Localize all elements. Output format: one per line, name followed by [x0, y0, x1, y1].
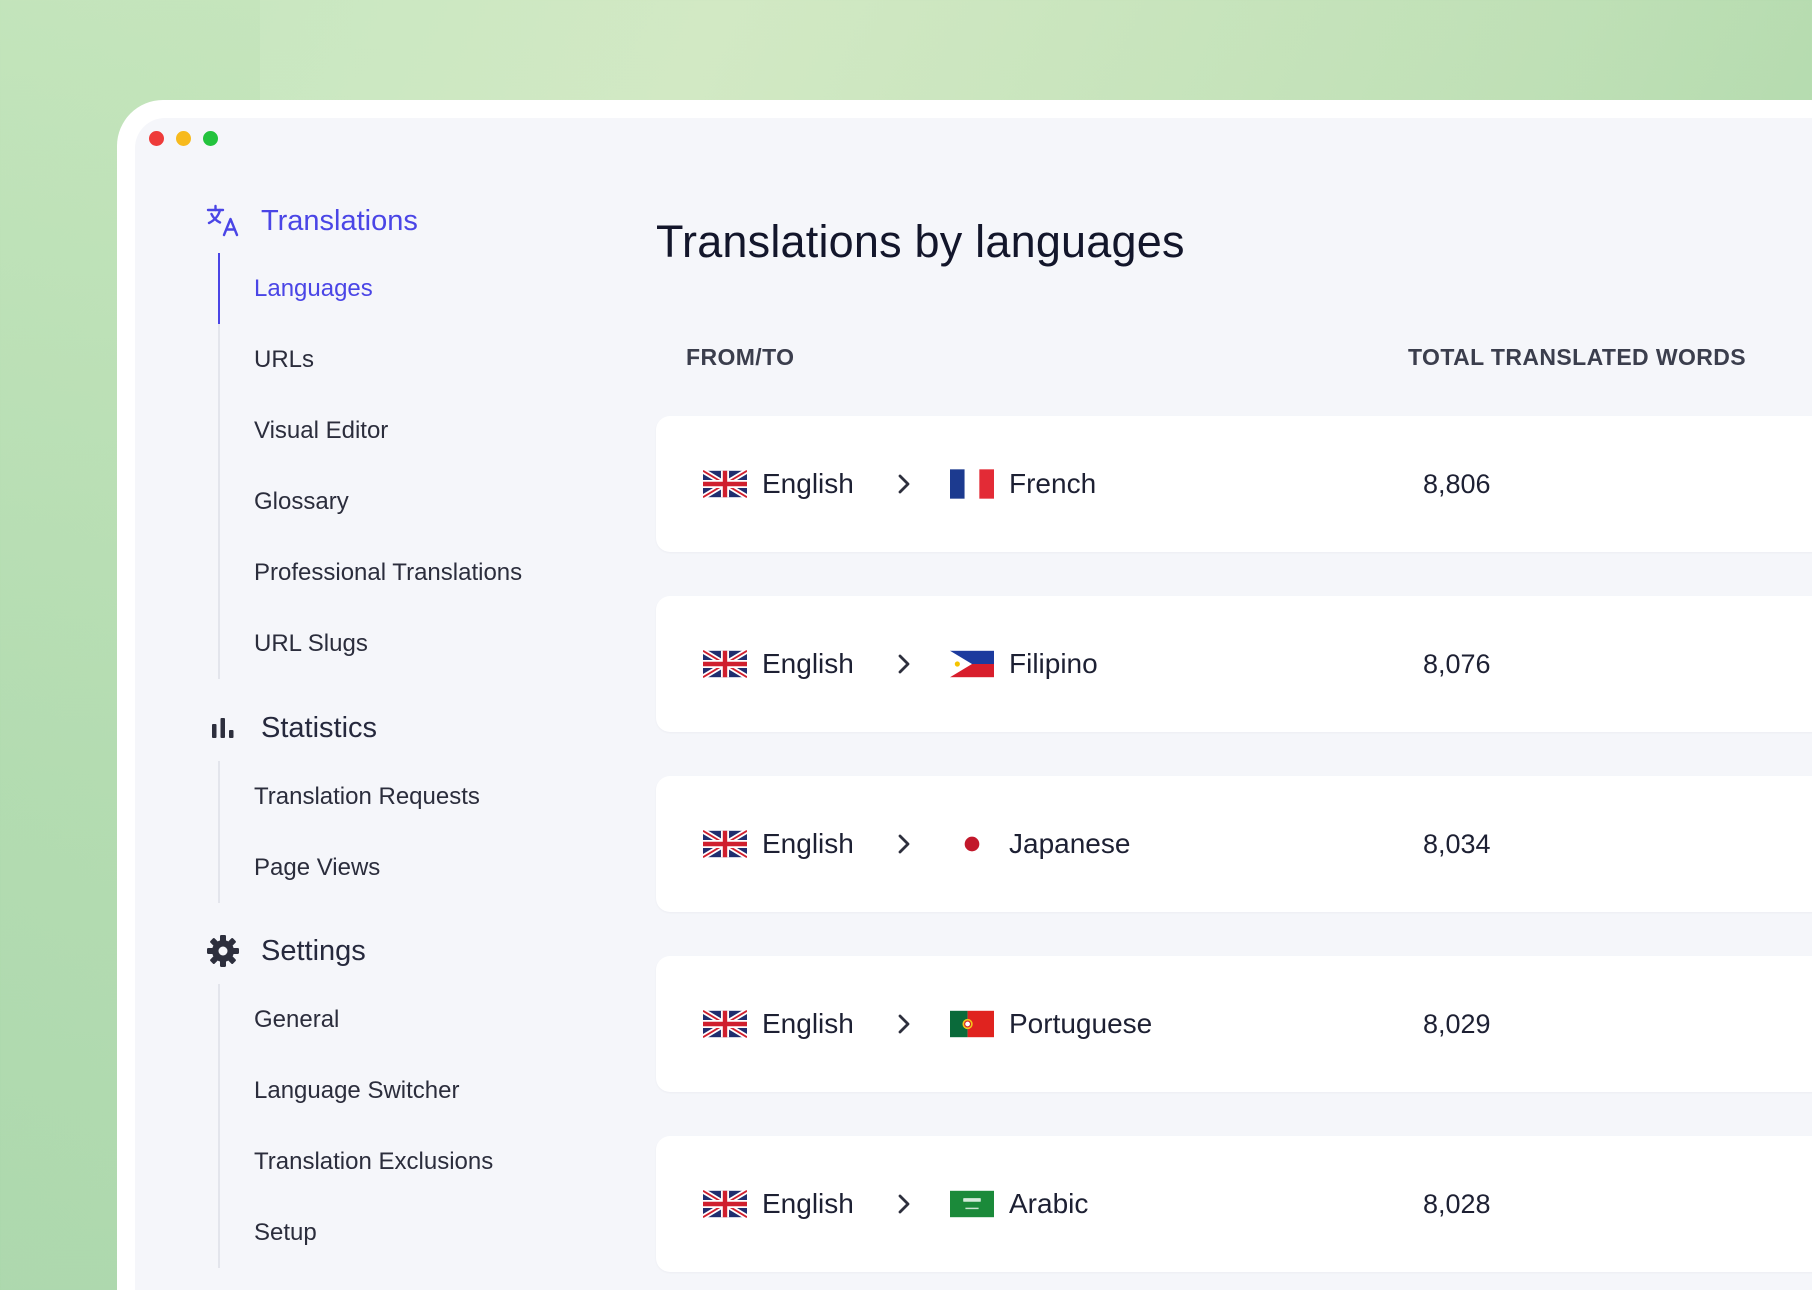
sidebar-section-translations[interactable]: Translations [203, 199, 418, 243]
target-language: Japanese [950, 776, 1130, 912]
table-row[interactable]: English Japanese 8,034 [656, 776, 1812, 912]
source-language: English [703, 776, 854, 912]
target-language: French [950, 416, 1096, 552]
target-language-name: Arabic [1009, 1188, 1089, 1219]
sidebar-item-visual-editor[interactable]: Visual Editor [220, 395, 522, 466]
sidebar: Translations Languages URLs Visual Edito… [135, 118, 655, 1290]
source-language-name: English [762, 648, 854, 679]
source-language-name: English [762, 828, 854, 859]
sidebar-item-translation-exclusions[interactable]: Translation Exclusions [220, 1126, 493, 1197]
sidebar-item-general[interactable]: General [220, 984, 493, 1055]
uk-flag-icon [703, 468, 747, 500]
japan-flag-icon [950, 830, 994, 858]
statistics-submenu: Translation Requests Page Views [218, 761, 480, 903]
app-window: Translations Languages URLs Visual Edito… [117, 100, 1812, 1290]
table-row[interactable]: English Filipino 8,076 [656, 596, 1812, 732]
sidebar-item-glossary[interactable]: Glossary [220, 466, 522, 537]
sidebar-item-page-views[interactable]: Page Views [220, 832, 480, 903]
uk-flag-icon [703, 828, 747, 860]
target-language: Portuguese [950, 956, 1152, 1092]
sidebar-section-statistics[interactable]: Statistics [203, 706, 377, 750]
chevron-right-icon [893, 956, 915, 1092]
target-language-name: Portuguese [1009, 1008, 1153, 1039]
source-language-name: English [762, 468, 854, 499]
france-flag-icon [950, 469, 994, 499]
column-header-total-translated-words[interactable]: TOTAL TRANSLATED WORDS [1408, 344, 1746, 371]
main-content: Translations by languages FROM/TO TOTAL … [656, 118, 1812, 1290]
source-language: English [703, 416, 854, 552]
sidebar-section-label: Statistics [261, 711, 378, 744]
source-language: English [703, 596, 854, 732]
sidebar-section-label: Settings [261, 934, 366, 967]
chevron-right-icon [893, 416, 915, 552]
sidebar-item-setup[interactable]: Setup [220, 1197, 493, 1268]
total-translated-words: 8,028 [1423, 1189, 1491, 1219]
target-language: Arabic [950, 1136, 1088, 1272]
sidebar-item-language-switcher[interactable]: Language Switcher [220, 1055, 493, 1126]
target-language: Filipino [950, 596, 1098, 732]
column-header-from-to: FROM/TO [686, 344, 795, 370]
gear-icon [203, 931, 243, 971]
source-language-name: English [762, 1008, 854, 1039]
sidebar-item-url-slugs[interactable]: URL Slugs [220, 608, 522, 679]
sidebar-item-languages[interactable]: Languages [217, 253, 522, 324]
settings-submenu: General Language Switcher Translation Ex… [218, 984, 493, 1268]
page-title: Translations by languages [656, 216, 1185, 267]
source-language: English [703, 956, 854, 1092]
table-row[interactable]: English Portuguese 8,029 [656, 956, 1812, 1092]
total-translated-words: 8,034 [1423, 829, 1491, 859]
chevron-right-icon [893, 1136, 915, 1272]
target-language-name: Filipino [1009, 648, 1098, 679]
total-translated-words: 8,029 [1423, 1009, 1491, 1039]
saudi-arabia-flag-icon [950, 1190, 994, 1218]
uk-flag-icon [703, 1008, 747, 1040]
uk-flag-icon [703, 648, 747, 680]
chevron-right-icon [893, 776, 915, 912]
translate-icon [203, 201, 243, 241]
total-translated-words: 8,076 [1423, 649, 1491, 679]
translations-submenu: Languages URLs Visual Editor Glossary Pr… [217, 253, 522, 679]
philippines-flag-icon [950, 650, 994, 678]
sidebar-section-settings[interactable]: Settings [203, 929, 366, 973]
sidebar-section-label: Translations [261, 204, 418, 237]
table-row[interactable]: English Arabic 8,028 [656, 1136, 1812, 1272]
chevron-right-icon [893, 596, 915, 732]
sidebar-item-professional-translations[interactable]: Professional Translations [220, 537, 522, 608]
total-translated-words: 8,806 [1423, 469, 1491, 499]
portugal-flag-icon [950, 1010, 994, 1038]
target-language-name: French [1009, 468, 1097, 499]
sidebar-item-translation-requests[interactable]: Translation Requests [220, 761, 480, 832]
target-language-name: Japanese [1009, 828, 1131, 859]
uk-flag-icon [703, 1188, 747, 1220]
bar-chart-icon [203, 708, 243, 748]
window-content: Translations Languages URLs Visual Edito… [135, 118, 1812, 1290]
table-row[interactable]: English French 8,806 [656, 416, 1812, 552]
sidebar-item-urls[interactable]: URLs [220, 324, 522, 395]
source-language-name: English [762, 1188, 854, 1219]
source-language: English [703, 1136, 854, 1272]
